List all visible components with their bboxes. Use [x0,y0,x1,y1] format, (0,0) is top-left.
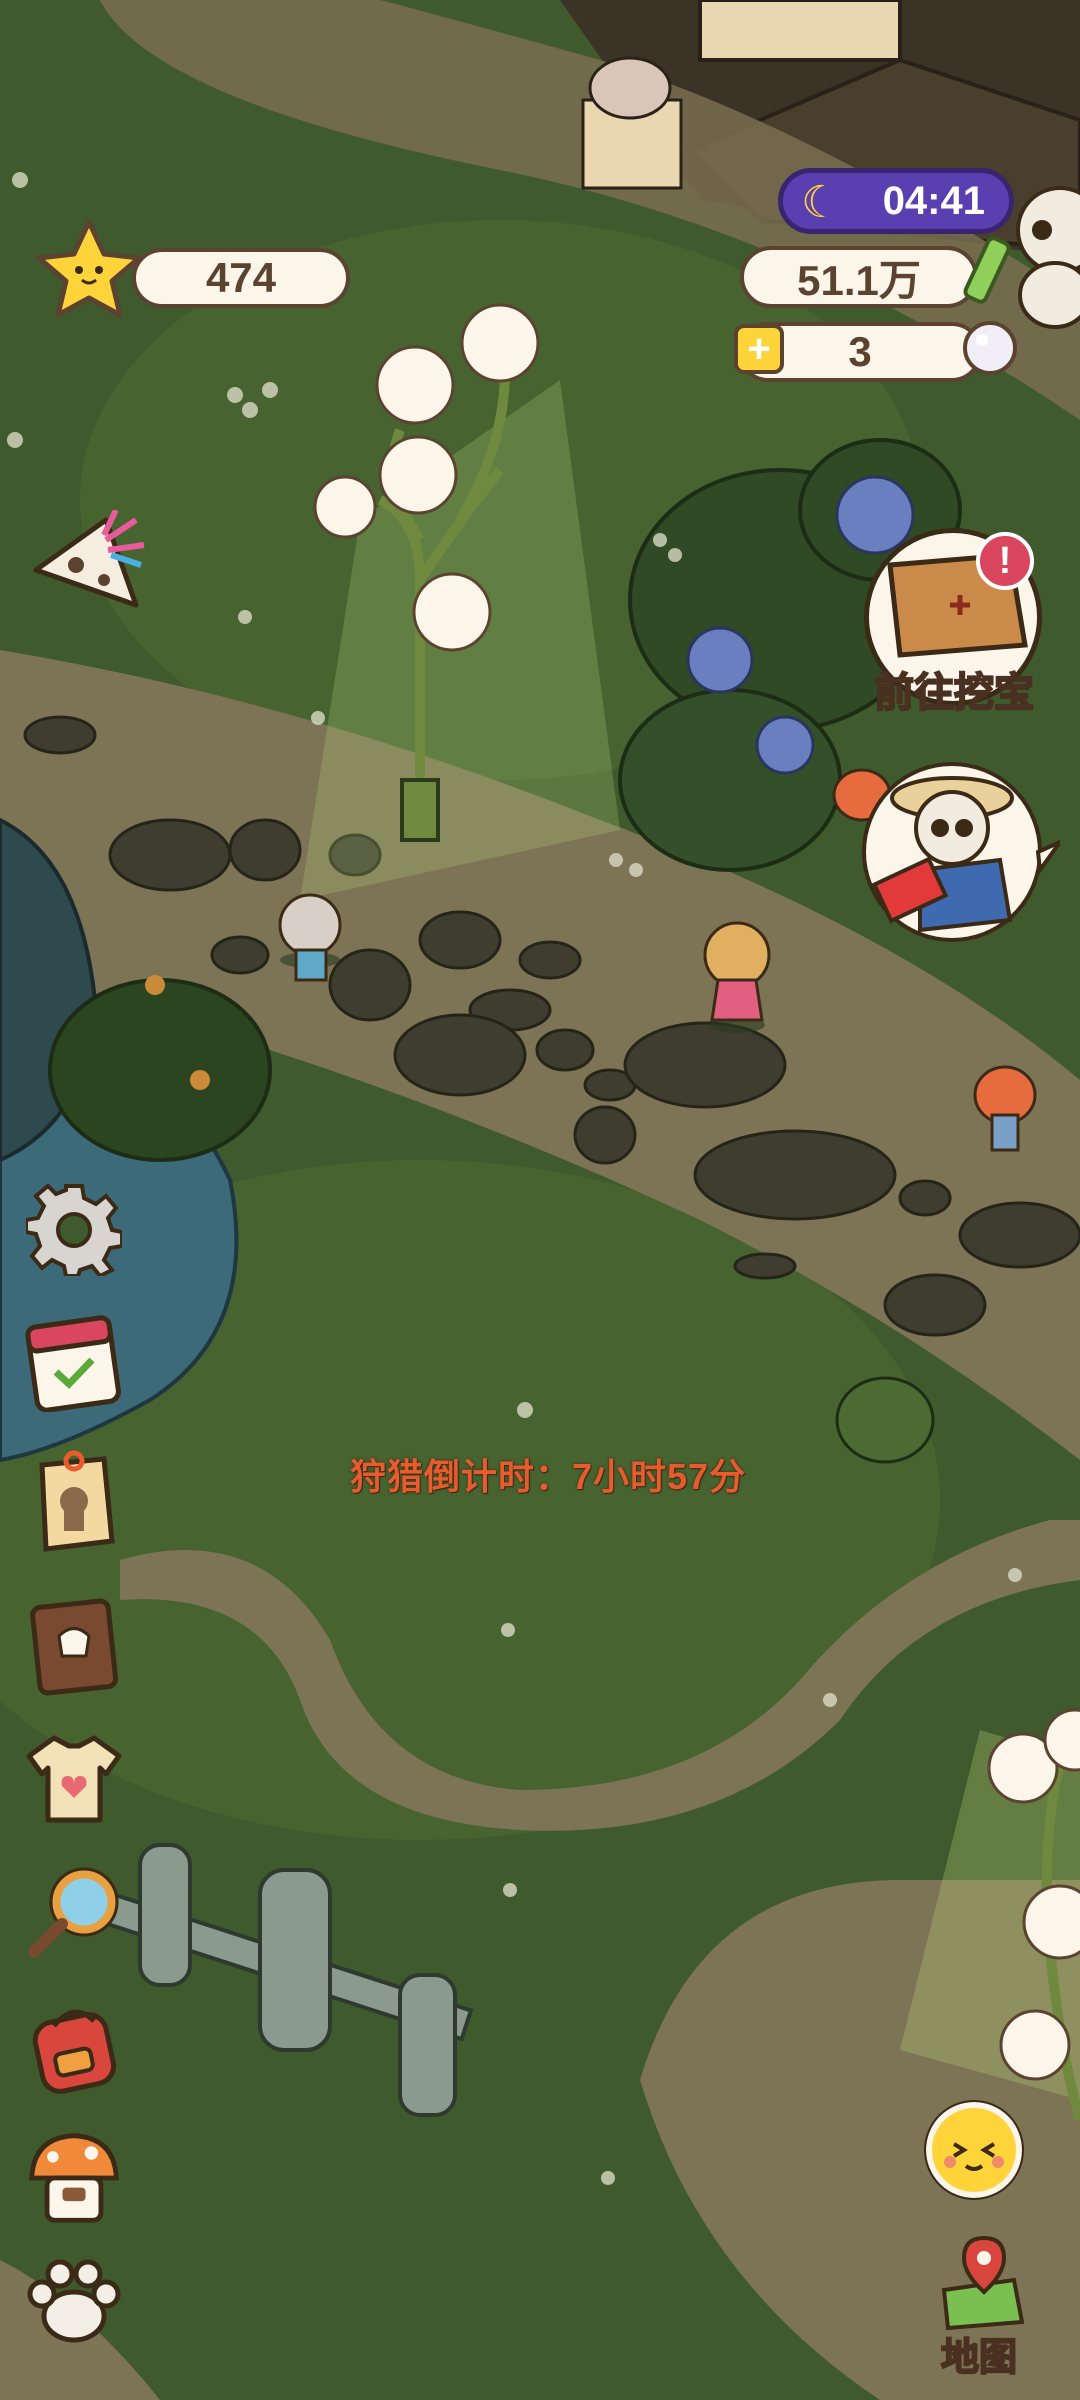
pets-button[interactable] [24,2252,124,2352]
alert-badge: ! [976,532,1034,590]
backpack-button[interactable] [24,1996,124,2096]
moon-icon: ☾ [801,178,841,227]
map-pin-icon [941,2235,1024,2330]
tag-icon [39,1450,115,1552]
recipe-book-icon [30,1598,119,1696]
emote-button[interactable] [924,2100,1024,2200]
wardrobe-button[interactable] [24,1728,124,1828]
gear-icon [26,1183,122,1276]
mushroom-shop-button[interactable] [24,2128,124,2228]
map-label: 地图 [940,2336,1018,2380]
panda-plush-icon[interactable] [1000,180,1080,330]
magnifier-icon [28,1867,119,1958]
backpack-icon [32,2009,117,2094]
calendar-checkin-button[interactable] [24,1312,124,1412]
mushroom-shop-icon [29,2133,119,2223]
pinwheel-event-icon[interactable] [26,508,146,610]
calendar-icon [25,1315,121,1412]
settings-button[interactable] [24,1178,124,1278]
night-time-badge[interactable]: ☾ 04:41 [778,168,1014,234]
plus-icon: + [747,326,771,371]
add-pearls-button[interactable]: + [734,324,784,374]
star-count: 474 [132,248,350,308]
go-treasure-hunt-label: 前往挖宝 [873,670,1035,716]
hunting-countdown: 狩猎倒计时：7小时57分 [350,1456,747,1497]
explorer-npc-bubble[interactable] [860,760,1066,950]
map-button[interactable]: 地图 [924,2230,1034,2380]
paw-icon [27,2259,121,2343]
clock-text: 04:41 [882,178,985,223]
search-button[interactable] [24,1862,124,1962]
coin-count: 51.1万 [740,246,978,308]
recipe-book-button[interactable] [24,1596,124,1696]
shirt-icon [26,1735,122,1823]
star-icon [34,218,144,318]
tag-button[interactable] [24,1450,124,1552]
smiley-face-icon [924,2100,1024,2200]
go-treasure-hunt-button[interactable]: ! 前往挖宝 [858,520,1058,720]
